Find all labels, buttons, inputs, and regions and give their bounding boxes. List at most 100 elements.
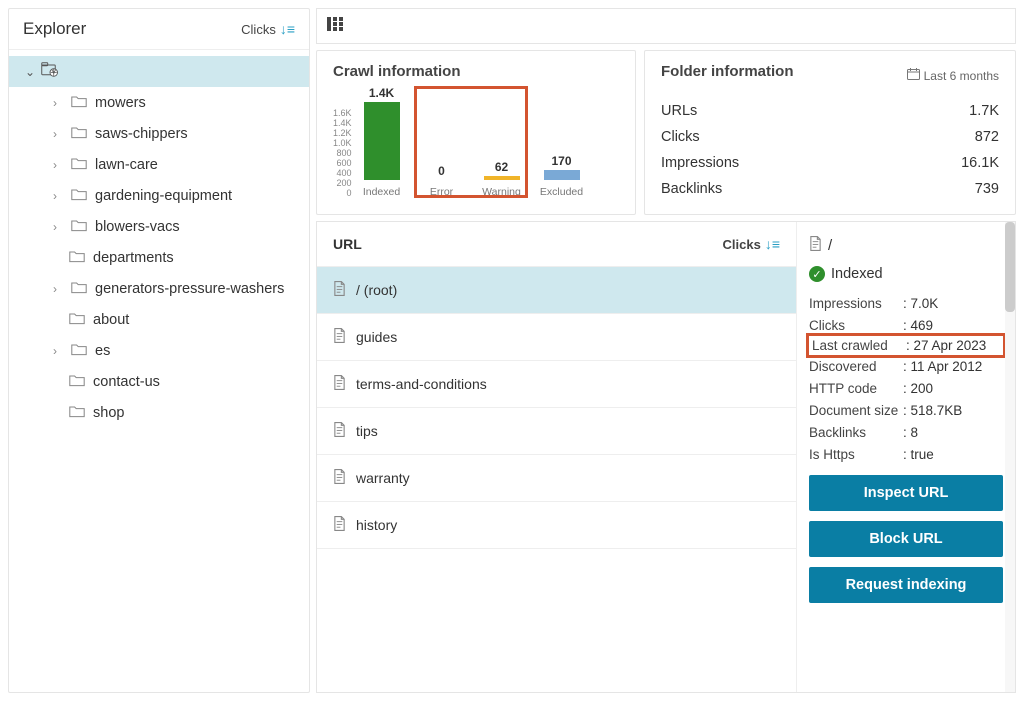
detail-kv-row: Discovered: 11 Apr 2012 [809,355,1003,377]
detail-value: : 7.0K [903,296,938,311]
metric-value: 16.1K [961,155,999,171]
detail-key: Is Https [809,447,903,462]
tree-item-label: saws-chippers [95,126,188,142]
chevron-right-icon: › [53,344,63,358]
detail-value: : 8 [903,425,918,440]
metric-value: 1.7K [969,103,999,119]
url-row[interactable]: terms-and-conditions [317,361,796,408]
detail-kv-row: Backlinks: 8 [809,421,1003,443]
chevron-right-icon: › [53,158,63,172]
detail-value: : 200 [903,381,933,396]
index-status: ✓ Indexed [809,266,1003,282]
tree-item-label: shop [93,405,124,421]
metric-value: 739 [975,181,999,197]
url-row[interactable]: history [317,502,796,549]
chevron-down-icon: ⌄ [25,65,35,79]
tree-item[interactable]: contact-us [9,366,309,397]
tree-item-label: contact-us [93,374,160,390]
detail-path: / [809,236,1003,254]
sort-descending-icon: ↓≡ [765,237,780,251]
detail-kv-row: HTTP code: 200 [809,377,1003,399]
tree-item-label: es [95,343,110,359]
tree-item[interactable]: › lawn-care [9,149,309,180]
detail-key: Clicks [809,318,903,333]
chevron-right-icon: › [53,220,63,234]
block-url-button[interactable]: Block URL [809,521,1003,557]
metric-value: 872 [975,129,999,145]
folder-icon [71,125,87,142]
tree-item[interactable]: about [9,304,309,335]
url-list-header: URL Clicks ↓≡ [317,222,796,267]
chart-y-axis: 1.6K1.4K1.2K1.0K8006004002000 [333,108,352,198]
crawl-card-title: Crawl information [333,63,619,80]
detail-kv-row: Impressions: 7.0K [809,292,1003,314]
folder-icon [69,311,85,328]
folder-tree: ⌄ ›mowers › saws-chippers › lawn-care ›garden… [9,50,309,434]
tree-item[interactable]: › es [9,335,309,366]
url-row-label: tips [356,423,378,439]
tree-item[interactable]: › saws-chippers [9,118,309,149]
tree-item[interactable]: shop [9,397,309,428]
url-row-label: history [356,517,397,533]
metric-label: Clicks [661,129,700,145]
bar-excluded[interactable]: 170 Excluded [538,154,586,198]
scrollbar[interactable] [1005,222,1015,692]
detail-key: Impressions [809,296,903,311]
url-list-sort[interactable]: Clicks ↓≡ [723,237,780,252]
url-column-header[interactable]: URL [333,236,362,252]
url-row[interactable]: warranty [317,455,796,502]
url-row[interactable]: tips [317,408,796,455]
url-row-label: guides [356,329,397,345]
metric-row: Backlinks739 [661,176,999,202]
period-selector[interactable]: Last 6 months [907,68,999,83]
detail-value: : true [903,447,934,462]
page-icon [333,281,346,299]
detail-key: Document size [809,403,903,418]
metric-row: Impressions16.1K [661,150,999,176]
page-icon [333,469,346,487]
tree-item[interactable]: ›gardening-equipment [9,180,309,211]
request-indexing-button[interactable]: Request indexing [809,567,1003,603]
url-row-label: warranty [356,470,410,486]
folder-icon [71,187,87,204]
tree-root[interactable]: ⌄ [9,56,309,87]
bar-indexed[interactable]: 1.4K Indexed [358,86,406,198]
sort-descending-icon: ↓≡ [280,22,295,36]
url-row[interactable]: / (root) [317,267,796,314]
tree-item-label: about [93,312,129,328]
bar-warning[interactable]: 62 Warning [478,160,526,198]
page-icon [333,516,346,534]
metric-row: Clicks 872 [661,124,999,150]
folder-icon [71,156,87,173]
folder-card-title: Folder information [661,63,794,80]
url-detail-panel: / ✓ Indexed Impressions: 7.0KClicks: 469… [797,222,1015,692]
url-row[interactable]: guides [317,314,796,361]
explorer-sort[interactable]: Clicks ↓≡ [241,22,295,37]
chart-bars: 1.4K Indexed 0 Error 62 Warning [358,88,586,198]
sort-label: Clicks [241,22,276,37]
page-icon [333,375,346,393]
tree-item-label: blowers-vacs [95,219,180,235]
folder-icon [69,249,85,266]
explorer-header: Explorer Clicks ↓≡ [9,9,309,50]
page-icon [809,236,822,254]
folder-icon [71,342,87,359]
page-icon [333,422,346,440]
view-grid-icon[interactable] [327,17,343,35]
scrollbar-thumb[interactable] [1005,222,1015,312]
inspect-url-button[interactable]: Inspect URL [809,475,1003,511]
toolbar [316,8,1016,44]
bar-error[interactable]: 0 Error [418,164,466,198]
check-circle-icon: ✓ [809,266,825,282]
tree-item[interactable]: ›generators-pressure-washers [9,273,309,304]
tree-item[interactable]: › blowers-vacs [9,211,309,242]
detail-kv-row: Document size: 518.7KB [809,399,1003,421]
detail-key: Last crawled [812,338,906,353]
folder-icon [69,404,85,421]
tree-item[interactable]: ›mowers [9,87,309,118]
url-row-label: terms-and-conditions [356,376,487,392]
globe-folder-icon [41,62,59,81]
tree-item[interactable]: departments [9,242,309,273]
tree-item-label: lawn-care [95,157,158,173]
chevron-right-icon: › [53,127,63,141]
